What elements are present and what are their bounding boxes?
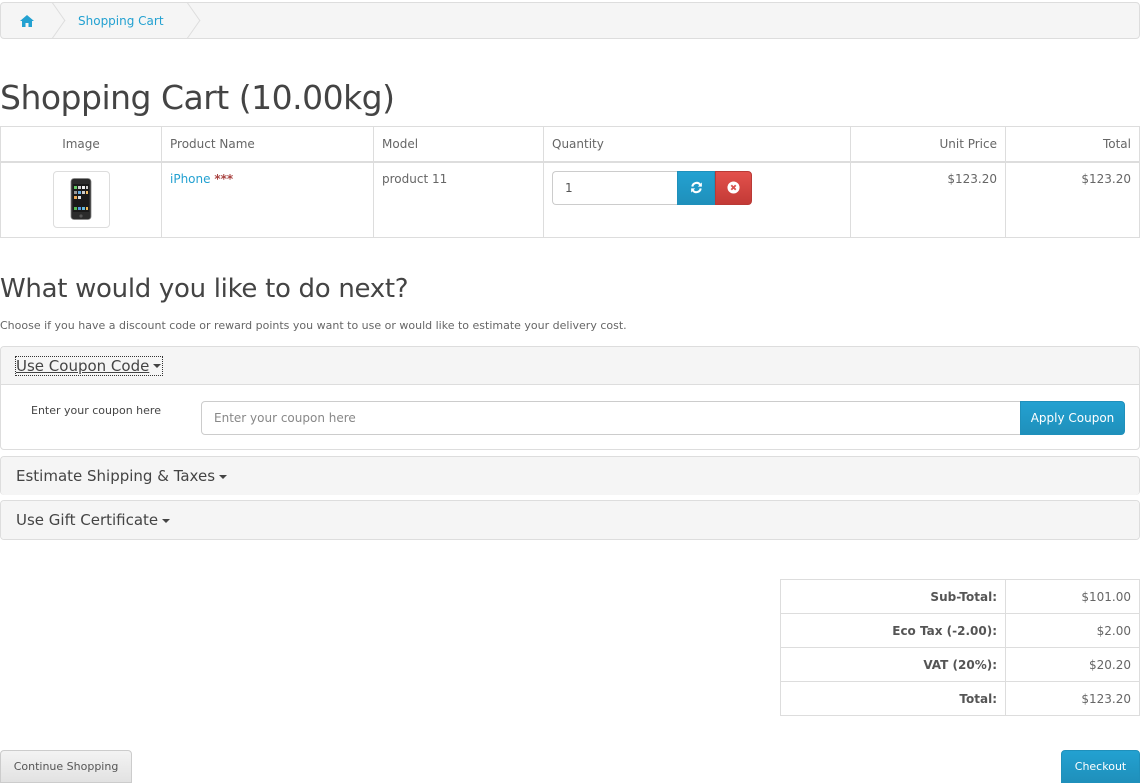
table-row: iPhone *** product 11 1 $123.20 $123.20 bbox=[0, 161, 1140, 238]
out-of-stock-flag: *** bbox=[214, 171, 234, 186]
col-header-total: Total bbox=[1005, 126, 1140, 163]
next-steps-heading: What would you like to do next? bbox=[0, 274, 409, 304]
remove-item-button[interactable] bbox=[715, 170, 752, 205]
product-name-link[interactable]: iPhone bbox=[170, 172, 211, 186]
totals-label: Eco Tax (-2.00): bbox=[780, 613, 1006, 648]
caret-down-icon bbox=[153, 364, 162, 368]
coupon-panel: Use Coupon Code Enter your coupon here A… bbox=[0, 346, 1140, 450]
col-header-quantity: Quantity bbox=[543, 126, 851, 163]
breadcrumb: Shopping Cart bbox=[0, 2, 1140, 39]
quantity-input[interactable] bbox=[552, 170, 677, 205]
totals-value: $123.20 bbox=[1005, 681, 1140, 716]
coupon-input[interactable] bbox=[201, 401, 1021, 435]
remove-circle-icon bbox=[727, 181, 740, 194]
breadcrumb-item-shopping-cart[interactable]: Shopping Cart bbox=[53, 3, 188, 38]
cell-unit-price: $123.20 bbox=[850, 161, 1006, 238]
totals-row: Total: $123.20 bbox=[780, 681, 1140, 716]
totals-value: $101.00 bbox=[1005, 579, 1140, 614]
col-header-model: Model bbox=[373, 126, 544, 163]
shipping-panel: Estimate Shipping & Taxes bbox=[0, 456, 1140, 495]
cell-product-name: iPhone *** bbox=[161, 161, 374, 238]
totals-label: Total: bbox=[780, 681, 1006, 716]
continue-shopping-button[interactable]: Continue Shopping bbox=[0, 750, 132, 783]
totals-row: Sub-Total: $101.00 bbox=[780, 579, 1140, 614]
caret-down-icon bbox=[162, 518, 171, 523]
refresh-icon bbox=[690, 181, 702, 194]
cart-table-header: Image Product Name Model Quantity Unit P… bbox=[0, 126, 1140, 163]
gift-certificate-panel: Use Gift Certificate bbox=[0, 500, 1140, 540]
iphone-thumbnail bbox=[70, 178, 92, 220]
shipping-panel-heading[interactable]: Estimate Shipping & Taxes bbox=[1, 457, 1139, 495]
shipping-panel-toggle[interactable]: Estimate Shipping & Taxes bbox=[16, 467, 228, 485]
update-quantity-button[interactable] bbox=[677, 170, 715, 205]
breadcrumb-home-link[interactable] bbox=[1, 3, 53, 38]
cell-model: product 11 bbox=[373, 161, 544, 238]
totals-value: $20.20 bbox=[1005, 647, 1140, 682]
apply-coupon-button[interactable]: Apply Coupon bbox=[1020, 401, 1125, 435]
totals-table: Sub-Total: $101.00 Eco Tax (-2.00): $2.0… bbox=[780, 579, 1140, 716]
product-thumbnail-link[interactable] bbox=[52, 170, 110, 228]
gift-panel-title: Use Gift Certificate bbox=[16, 511, 159, 529]
gift-panel-toggle[interactable]: Use Gift Certificate bbox=[16, 511, 171, 529]
shipping-panel-title: Estimate Shipping & Taxes bbox=[16, 467, 216, 485]
coupon-panel-title: Use Coupon Code bbox=[16, 356, 150, 375]
caret-down-icon bbox=[219, 474, 228, 479]
cell-total: $123.20 bbox=[1005, 161, 1140, 238]
quantity-group bbox=[552, 170, 752, 205]
coupon-panel-toggle[interactable]: Use Coupon Code bbox=[14, 355, 164, 376]
col-header-product-name: Product Name bbox=[161, 126, 374, 163]
cell-quantity bbox=[543, 161, 851, 238]
gift-panel-heading[interactable]: Use Gift Certificate bbox=[1, 501, 1139, 539]
cart-table: Image Product Name Model Quantity Unit P… bbox=[0, 126, 1140, 238]
page-title: Shopping Cart (10.00kg) bbox=[0, 78, 395, 117]
col-header-image: Image bbox=[0, 126, 162, 163]
col-header-unit-price: Unit Price bbox=[850, 126, 1006, 163]
checkout-button[interactable]: Checkout bbox=[1061, 750, 1140, 783]
totals-label: Sub-Total: bbox=[780, 579, 1006, 614]
totals-value: $2.00 bbox=[1005, 613, 1140, 648]
next-steps-intro: Choose if you have a discount code or re… bbox=[0, 319, 627, 332]
cell-image bbox=[0, 161, 162, 238]
totals-row: Eco Tax (-2.00): $2.00 bbox=[780, 613, 1140, 648]
totals-row: VAT (20%): $20.20 bbox=[780, 647, 1140, 682]
coupon-label: Enter your coupon here bbox=[31, 404, 161, 417]
home-icon bbox=[20, 14, 34, 27]
coupon-panel-heading[interactable]: Use Coupon Code bbox=[1, 347, 1139, 385]
totals-label: VAT (20%): bbox=[780, 647, 1006, 682]
